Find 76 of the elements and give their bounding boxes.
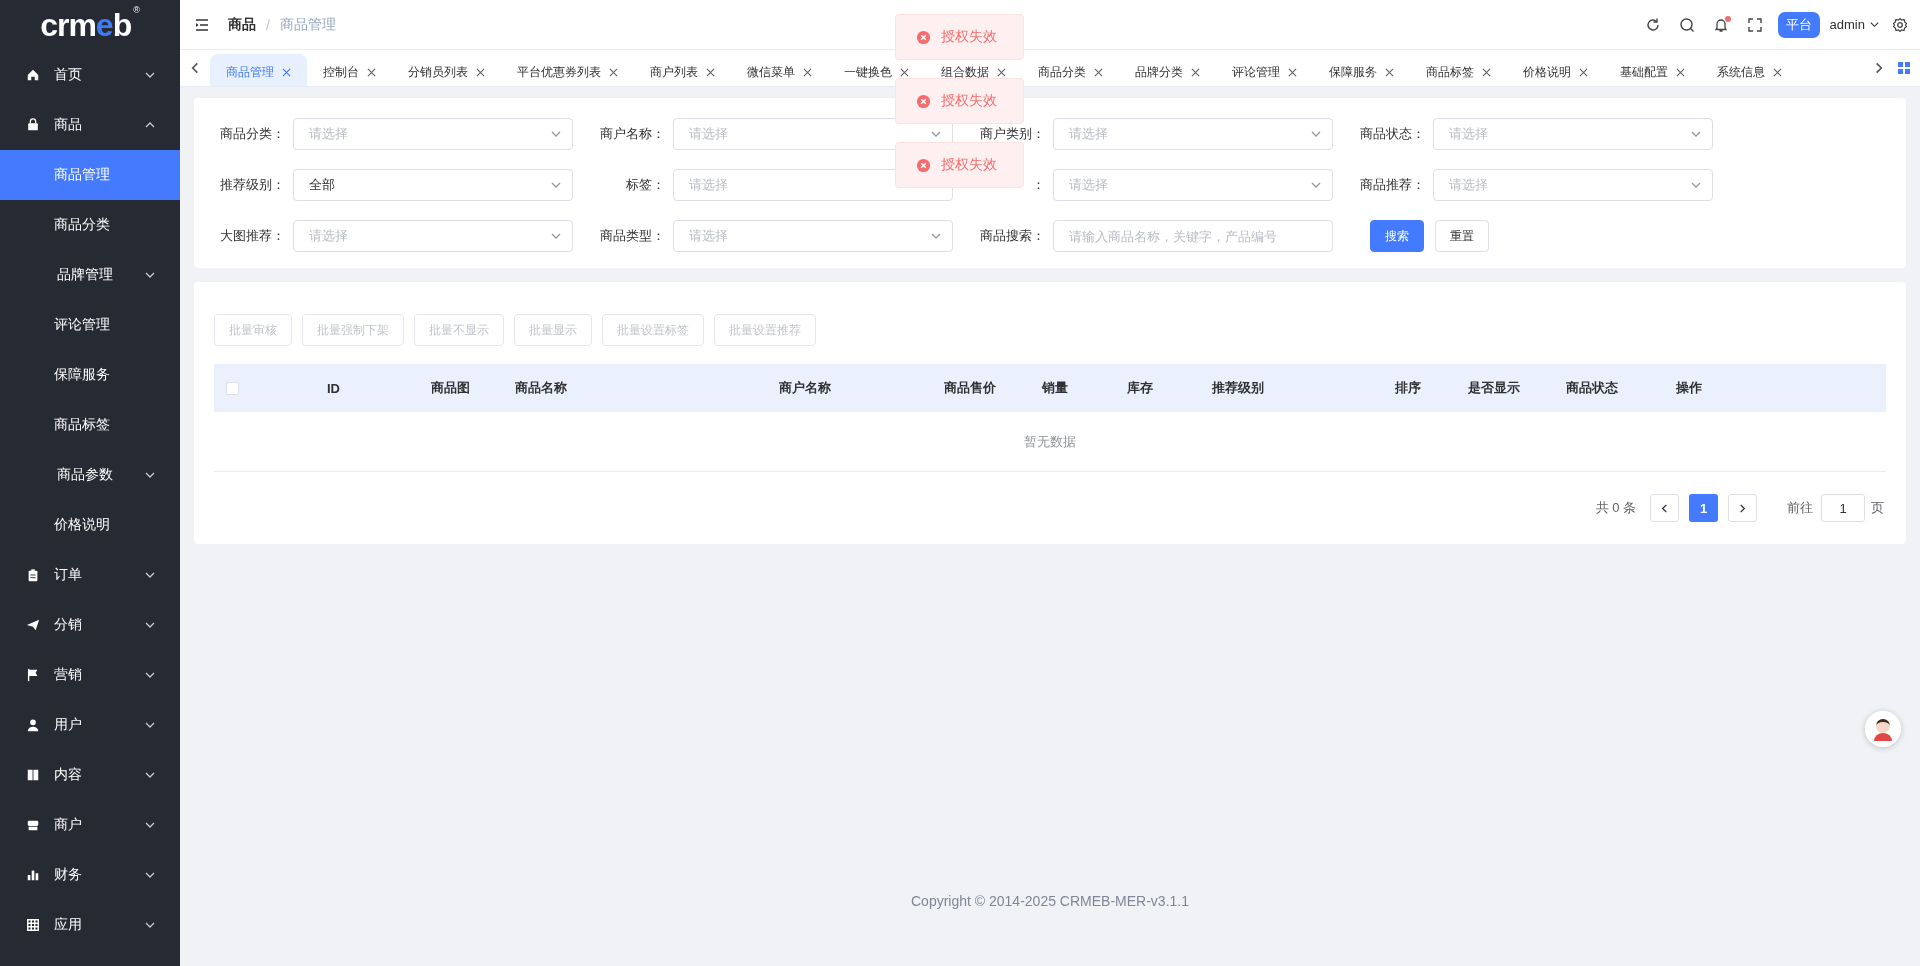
breadcrumb-separator: /	[266, 16, 270, 33]
copyright-text: Copyright © 2014-2025 CRMEB-MER-v3.1.1	[911, 893, 1189, 909]
column-header: 是否显示	[1467, 379, 1521, 397]
nav-subitem[interactable]: 商品标签	[0, 400, 180, 450]
nav-subitem[interactable]: 商品参数	[0, 450, 180, 500]
select-field[interactable]: 全部	[293, 169, 573, 201]
tab[interactable]: 商品标签	[1410, 54, 1507, 86]
tab[interactable]: 商户列表	[634, 54, 731, 86]
tab[interactable]: 价格说明	[1507, 54, 1604, 86]
column-header: 商品售价	[943, 379, 997, 397]
tab[interactable]: 评论管理	[1216, 54, 1313, 86]
tab[interactable]: 微信菜单	[731, 54, 828, 86]
tab[interactable]: 商品管理	[210, 54, 307, 86]
column-header: 操作	[1675, 379, 1703, 397]
page-button[interactable]: 1	[1689, 494, 1718, 522]
nav-item[interactable]: 商品	[0, 100, 180, 150]
column-header: 商品名称	[514, 379, 568, 397]
tab[interactable]: 商品分类	[1022, 54, 1119, 86]
tab[interactable]: 平台优惠券列表	[501, 54, 634, 86]
filter-label: 标签：	[625, 176, 666, 194]
nav-subitem[interactable]: 保障服务	[0, 350, 180, 400]
toast-message: 授权失效	[941, 28, 997, 46]
tab[interactable]: 品牌分类	[1119, 54, 1216, 86]
filter-label: 大图推荐：	[219, 227, 286, 245]
filter-label: 商品分类：	[219, 125, 286, 143]
nav-subitem[interactable]: 价格说明	[0, 500, 180, 550]
nav-item[interactable]: 应用	[0, 900, 180, 950]
column-header: 销量	[1040, 379, 1069, 397]
nav-item[interactable]: 财务	[0, 850, 180, 900]
page-suffix: 页	[1871, 499, 1884, 517]
tab[interactable]: 一键换色	[828, 54, 925, 86]
nav-subitem[interactable]: 品牌管理	[0, 250, 180, 300]
filter-label: 商品状态：	[1359, 125, 1426, 143]
reset-button[interactable]: 重置	[1435, 220, 1489, 252]
nav-item[interactable]: 首页	[0, 50, 180, 100]
column-header: 商品图	[430, 379, 471, 397]
nav-subitem[interactable]: 商品分类	[0, 200, 180, 250]
nav-item[interactable]: 分销	[0, 600, 180, 650]
role-badge[interactable]: 平台	[1777, 11, 1820, 38]
nav-item[interactable]: 订单	[0, 550, 180, 600]
breadcrumb-item: 商品管理	[279, 15, 336, 34]
search-field[interactable]: 请输入商品名称，关键字，产品编号	[1053, 220, 1333, 252]
filter-label: 商户类别：	[979, 125, 1046, 143]
toast-message: 授权失效	[941, 92, 997, 110]
nav-subitem[interactable]: 评论管理	[0, 300, 180, 350]
filter-label: 商品推荐：	[1359, 176, 1426, 194]
column-header: 推荐级别	[1211, 379, 1265, 397]
nav-item[interactable]: 商户	[0, 800, 180, 850]
filter-label: 商品类型：	[599, 227, 666, 245]
tab[interactable]: 控制台	[307, 54, 392, 86]
user-menu[interactable]: admin	[1829, 17, 1880, 32]
filter-label: 商品搜索：	[979, 227, 1046, 245]
tab[interactable]: 基础配置	[1604, 54, 1701, 86]
page-input[interactable]: 1	[1821, 494, 1865, 522]
column-header: 库存	[1126, 379, 1154, 397]
nav-subitem[interactable]: 商品管理	[0, 150, 180, 200]
total-count: 共 0 条	[1595, 499, 1636, 517]
search-button[interactable]: 搜索	[1370, 220, 1424, 252]
column-header: 排序	[1394, 379, 1422, 397]
empty-message: 暂无数据	[1024, 432, 1076, 451]
column-header: 商品状态	[1565, 379, 1619, 397]
tab[interactable]: 组合数据	[925, 54, 1022, 86]
filter-label: 推荐级别：	[219, 176, 286, 194]
tab[interactable]: 系统信息	[1701, 54, 1798, 86]
column-header: 商户名称	[778, 379, 832, 397]
nav-item[interactable]: 营销	[0, 650, 180, 700]
logo: crmeb®	[40, 5, 140, 45]
goto-label: 前往	[1787, 499, 1813, 517]
tab[interactable]: 保障服务	[1313, 54, 1410, 86]
tab[interactable]: 分销员列表	[392, 54, 501, 86]
nav-item[interactable]: 内容	[0, 750, 180, 800]
column-header: ID	[326, 380, 341, 396]
filter-label: ：	[1031, 176, 1046, 194]
nav-item[interactable]: 用户	[0, 700, 180, 750]
filter-label: 商户名称：	[599, 125, 666, 143]
breadcrumb-item[interactable]: 商品	[228, 15, 256, 34]
